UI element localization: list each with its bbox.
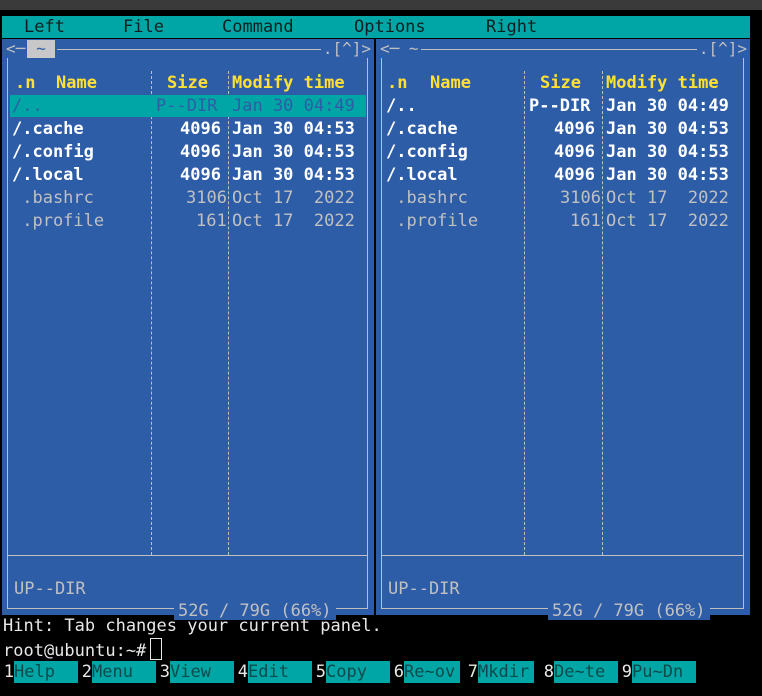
header-modify-time[interactable]: Modify time: [606, 73, 719, 93]
header-name[interactable]: Name: [56, 73, 97, 93]
panel-controls[interactable]: .[^]>: [696, 40, 749, 58]
status-line: UP--DIR: [388, 579, 460, 599]
file-row[interactable]: /.cache 4096 Jan 30 04:53: [10, 118, 366, 140]
header-modify-time[interactable]: Modify time: [232, 73, 345, 93]
file-row[interactable]: /.config 4096 Jan 30 04:53: [384, 141, 742, 163]
menu-options[interactable]: Options: [354, 16, 426, 38]
prompt-text: root@ubuntu:~#: [3, 641, 147, 661]
header-name[interactable]: Name: [430, 73, 471, 93]
window-top-strip: [0, 0, 762, 10]
menu-right[interactable]: Right: [486, 16, 537, 38]
header-sort[interactable]: .n: [387, 73, 407, 93]
file-row[interactable]: .profile 161 Oct 17 2022: [384, 210, 742, 232]
disk-usage: 52G / 79G (66%): [548, 602, 710, 620]
file-row[interactable]: /.. P--DIR Jan 30 04:49: [384, 95, 742, 117]
panel-path[interactable]: <─ ~: [4, 40, 57, 58]
cursor[interactable]: [150, 638, 163, 660]
current-path: ~: [27, 40, 55, 58]
file-row[interactable]: /.local 4096 Jan 30 04:53: [384, 164, 742, 186]
file-row[interactable]: /.config 4096 Jan 30 04:53: [10, 141, 366, 163]
command-prompt[interactable]: root@ubuntu:~#: [3, 638, 163, 662]
panel-controls[interactable]: .[^]>: [320, 40, 373, 58]
file-row[interactable]: /.local 4096 Jan 30 04:53: [10, 164, 366, 186]
file-row[interactable]: .bashrc 3106 Oct 17 2022: [384, 187, 742, 209]
menu-command[interactable]: Command: [222, 16, 294, 38]
menu-bar: Left File Command Options Right: [2, 16, 750, 38]
panel-path[interactable]: <─ ~: [378, 40, 421, 58]
terminal-screen: Left File Command Options Right <─ ~ .[^]…: [0, 10, 762, 696]
hint-line: Hint: Tab changes your current panel.: [3, 616, 382, 636]
menu-left[interactable]: Left: [24, 16, 65, 38]
header-sort[interactable]: .n: [15, 73, 35, 93]
header-size[interactable]: Size: [540, 73, 581, 93]
file-row[interactable]: .profile 161 Oct 17 2022: [10, 210, 366, 232]
left-panel[interactable]: <─ ~ .[^]> .n Name Size Modify time /.. P…: [2, 39, 374, 620]
file-row[interactable]: /.. P--DIR Jan 30 04:49: [10, 95, 366, 117]
file-row[interactable]: /.cache 4096 Jan 30 04:53: [384, 118, 742, 140]
right-panel[interactable]: <─ ~ .[^]> .n Name Size Modify time /.. …: [376, 39, 750, 620]
menu-file[interactable]: File: [123, 16, 164, 38]
current-path: ~: [408, 39, 419, 58]
file-row[interactable]: .bashrc 3106 Oct 17 2022: [10, 187, 366, 209]
header-size[interactable]: Size: [167, 73, 208, 93]
status-line: UP--DIR: [14, 579, 86, 599]
